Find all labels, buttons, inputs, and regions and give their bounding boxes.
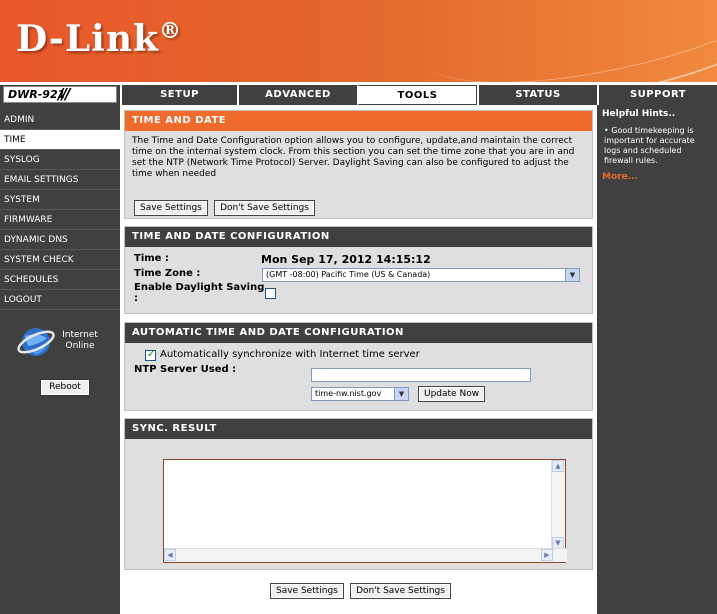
time-and-date-section: TIME AND DATE The Time and Date Configur… [124, 110, 593, 219]
sidebar-item-admin[interactable]: ADMIN [0, 110, 120, 130]
dont-save-settings-button-bottom[interactable]: Don't Save Settings [350, 583, 451, 599]
chevron-down-icon: ▼ [394, 388, 408, 400]
tab-advanced[interactable]: ADVANCED [237, 85, 357, 105]
sidebar-item-syslog[interactable]: SYSLOG [0, 150, 120, 170]
ntp-server-input[interactable] [311, 368, 531, 382]
sidebar-item-system[interactable]: SYSTEM [0, 190, 120, 210]
sidebar: ADMIN TIME SYSLOG EMAIL SETTINGS SYSTEM … [0, 105, 120, 614]
time-config-title: TIME AND DATE CONFIGURATION [125, 227, 592, 247]
sync-checkbox[interactable] [145, 349, 156, 361]
sidebar-item-system-check[interactable]: SYSTEM CHECK [0, 250, 120, 270]
update-now-button[interactable]: Update Now [418, 386, 486, 402]
auto-config-section: AUTOMATIC TIME AND DATE CONFIGURATION Au… [124, 322, 593, 411]
model-name: DWR-921 [8, 88, 66, 101]
scroll-left-icon[interactable]: ◀ [164, 549, 176, 561]
hints-more-link[interactable]: More... [602, 172, 712, 182]
internet-status-line2: Online [65, 341, 95, 351]
time-config-section: TIME AND DATE CONFIGURATION Time : Mon S… [124, 226, 593, 314]
daylight-label-line1: Enable Daylight Saving [134, 282, 265, 293]
internet-globe-icon [17, 328, 55, 356]
top-buttons: Save Settings Don't Save Settings [134, 200, 315, 216]
sidebar-item-time[interactable]: TIME [0, 130, 120, 150]
hints-text: Good timekeeping is important for accura… [604, 126, 695, 165]
header-banner: D-Link® [0, 0, 717, 82]
bottom-buttons: Save Settings Don't Save Settings [270, 583, 451, 599]
main-content: TIME AND DATE The Time and Date Configur… [120, 105, 597, 614]
hints-body: • Good timekeeping is important for accu… [602, 126, 712, 166]
timezone-select-value: (GMT -08:00) Pacific Time (US & Canada) [266, 270, 431, 279]
hints-bullet: • [604, 126, 609, 135]
scroll-right-icon[interactable]: ▶ [541, 549, 553, 561]
dont-save-settings-button-top[interactable]: Don't Save Settings [214, 200, 315, 216]
hints-title: Helpful Hints.. [602, 109, 676, 119]
sidebar-item-email-settings[interactable]: EMAIL SETTINGS [0, 170, 120, 190]
tab-tools[interactable]: TOOLS [357, 85, 477, 105]
time-and-date-description: The Time and Date Configuration option a… [132, 136, 575, 179]
internet-status-line1: Internet [62, 330, 98, 340]
time-label: Time : [134, 253, 169, 264]
tab-setup[interactable]: SETUP [120, 85, 237, 105]
tab-status[interactable]: STATUS [477, 85, 597, 105]
sidebar-item-firmware[interactable]: FIRMWARE [0, 210, 120, 230]
daylight-label-line2: : [134, 293, 138, 304]
save-settings-button-bottom[interactable]: Save Settings [270, 583, 344, 599]
horizontal-scrollbar[interactable]: ◀ ▶ [164, 548, 567, 562]
save-settings-button-top[interactable]: Save Settings [134, 200, 208, 216]
sync-result-title: SYNC. RESULT [125, 419, 592, 439]
sync-label: Automatically synchronize with Internet … [160, 349, 420, 360]
time-value: Mon Sep 17, 2012 14:15:12 [261, 253, 431, 266]
sidebar-item-dynamic-dns[interactable]: DYNAMIC DNS [0, 230, 120, 250]
tab-support[interactable]: SUPPORT [597, 85, 717, 105]
timezone-select[interactable]: (GMT -08:00) Pacific Time (US & Canada) … [262, 268, 580, 282]
ntp-server-select[interactable]: time-nw.nist.gov ▼ [311, 387, 409, 401]
scroll-up-icon[interactable]: ▲ [552, 460, 564, 472]
logo-registered-mark: ® [158, 18, 182, 44]
vertical-scrollbar[interactable]: ▲ ▼ [551, 460, 565, 549]
daylight-saving-checkbox[interactable] [265, 288, 276, 299]
time-and-date-title: TIME AND DATE [125, 111, 592, 131]
helpful-hints-panel: Helpful Hints.. • Good timekeeping is im… [597, 105, 717, 614]
ntp-server-select-value: time-nw.nist.gov [315, 389, 382, 398]
model-badge: DWR-921 /// [3, 85, 117, 103]
sidebar-item-logout[interactable]: LOGOUT [0, 290, 120, 310]
chevron-down-icon: ▼ [565, 269, 579, 281]
internet-status: Internet Online [60, 330, 100, 352]
model-slashes: /// [58, 85, 71, 103]
daylight-label: Enable Daylight Saving : [134, 282, 264, 304]
sidebar-item-schedules[interactable]: SCHEDULES [0, 270, 120, 290]
timezone-label: Time Zone : [134, 268, 201, 279]
reboot-button[interactable]: Reboot [40, 379, 90, 396]
ntp-server-label: NTP Server Used : [134, 364, 237, 375]
dlink-logo: D-Link® [16, 18, 182, 60]
auto-config-title: AUTOMATIC TIME AND DATE CONFIGURATION [125, 323, 592, 343]
sync-result-textarea[interactable]: ▲ ▼ ◀ ▶ [163, 459, 567, 563]
sync-result-section: SYNC. RESULT ▲ ▼ ◀ ▶ [124, 418, 593, 570]
